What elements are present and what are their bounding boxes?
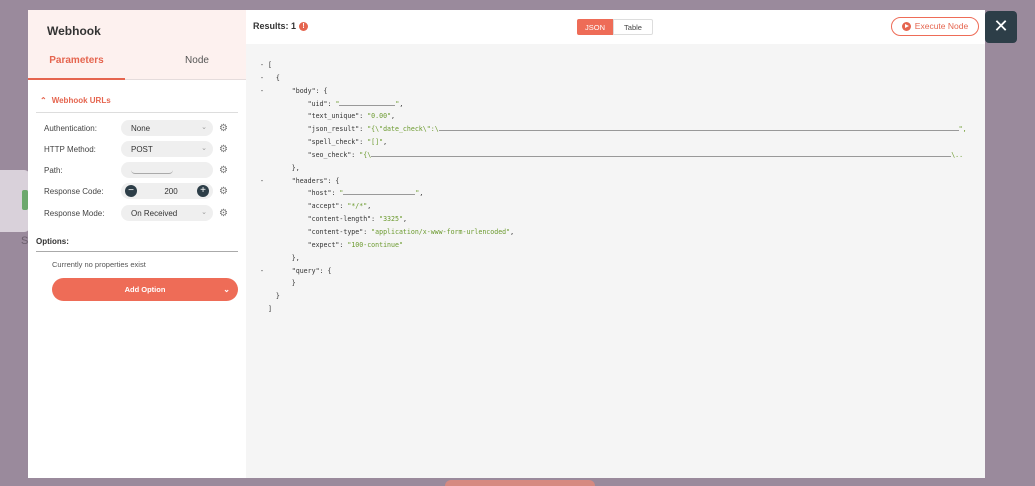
json-line: - "query": { (260, 266, 332, 275)
json-line: ] (260, 305, 272, 314)
results-count: Results: 1! (253, 21, 309, 31)
authentication-select[interactable]: None ⌄ (121, 120, 213, 136)
select-value: None (131, 123, 151, 133)
field-http-method: HTTP Method: POST ⌄ ⚙ (44, 141, 239, 157)
gear-icon[interactable]: ⚙ (219, 165, 228, 176)
close-icon[interactable]: ✕ (985, 11, 1017, 43)
select-value: On Received (131, 208, 178, 218)
tab-node[interactable]: Node (148, 54, 246, 80)
field-authentication: Authentication: None ⌄ ⚙ (44, 120, 239, 136)
button-label: Add Option (124, 285, 166, 294)
redacted-value (343, 189, 416, 196)
chevron-down-icon: ⌄ (201, 145, 207, 152)
gear-icon[interactable]: ⚙ (219, 208, 228, 219)
json-value: [] (371, 138, 380, 147)
play-icon (901, 22, 911, 31)
json-line: - "headers": { (260, 176, 340, 185)
response-mode-select[interactable]: On Received ⌄ (121, 205, 213, 221)
divider (36, 112, 238, 113)
json-line: "text_unique": "0.00", (260, 112, 396, 121)
json-line: }, (260, 163, 300, 172)
json-line: "json_result": "{\"date_check\":\ ", (260, 125, 967, 134)
output-header: Results: 1! JSON Table Execute Node (246, 10, 985, 44)
plus-icon[interactable]: + (197, 185, 209, 197)
divider (36, 251, 238, 252)
json-value: {\ (363, 150, 372, 159)
view-toggle: JSON Table (577, 19, 653, 35)
button-label: Execute Node (914, 21, 969, 31)
json-output: - [ - { - "body": { "uid": " ", "text_uni… (260, 59, 967, 316)
json-value: application/x-www-form-urlencoded (375, 227, 507, 236)
tab-parameters[interactable]: Parameters (28, 54, 125, 80)
field-response-mode: Response Mode: On Received ⌄ ⚙ (44, 205, 239, 221)
json-view-button[interactable]: JSON (577, 19, 613, 35)
output-panel: Results: 1! JSON Table Execute Node - [ … (246, 10, 985, 478)
json-line: - "body": { (260, 86, 328, 95)
json-line: "content-length": "3325", (260, 215, 407, 224)
execute-node-button[interactable]: Execute Node (891, 17, 979, 36)
json-line: "uid": " ", (260, 99, 404, 108)
chevron-down-icon: ⌄ (201, 209, 207, 216)
node-modal: Webhook Parameters Node ⌃ Webhook URLs A… (28, 10, 985, 478)
select-value: POST (131, 144, 153, 154)
table-view-button[interactable]: Table (613, 19, 653, 35)
background-pill (445, 480, 595, 486)
info-icon[interactable]: ! (299, 22, 309, 31)
json-line: "spell_check": "[]", (260, 138, 388, 147)
json-line: } (260, 279, 296, 288)
json-line: "host": " ", (260, 189, 424, 198)
json-line: }, (260, 253, 300, 262)
json-line: - [ (260, 61, 272, 69)
field-label: Authentication: (44, 123, 97, 133)
results-label: Results: 1 (253, 21, 297, 31)
chevron-up-icon: ⌃ (40, 96, 47, 105)
redacted-value (339, 100, 396, 106)
gear-icon[interactable]: ⚙ (219, 123, 228, 134)
redacted-value (131, 166, 173, 174)
http-method-select[interactable]: POST ⌄ (121, 141, 213, 157)
json-line: "seo_check": "{\ \.. (260, 150, 964, 159)
options-label: Options: (36, 237, 69, 246)
response-code-input[interactable]: 200 − + (121, 183, 213, 199)
json-value: 3325 (383, 215, 399, 224)
node-title: Webhook (47, 24, 101, 38)
no-properties-text: Currently no properties exist (52, 260, 146, 269)
field-label: Path: (44, 165, 63, 175)
json-line: - { (260, 73, 280, 82)
field-path: Path: ⚙ (44, 162, 239, 178)
parameters-panel: Webhook Parameters Node ⌃ Webhook URLs A… (28, 10, 246, 478)
field-label: Response Mode: (44, 208, 105, 218)
json-line: } (260, 292, 280, 301)
redacted-value (438, 125, 959, 132)
json-value: */* (351, 202, 364, 211)
chevron-down-icon: ⌄ (201, 124, 207, 131)
webhook-urls-toggle[interactable]: ⌃ Webhook URLs (40, 96, 111, 105)
field-label: Response Code: (44, 186, 104, 196)
add-option-button[interactable]: Add Option ⌄ (52, 278, 238, 301)
chevron-down-icon: ⌄ (223, 285, 230, 294)
redacted-value (371, 151, 952, 157)
json-line: "expect": "100-continue" (260, 240, 403, 249)
json-value: 0.00 (371, 112, 388, 121)
path-input[interactable] (121, 162, 213, 178)
gear-icon[interactable]: ⚙ (219, 186, 228, 197)
minus-icon[interactable]: − (125, 185, 137, 197)
json-line: "content-type": "application/x-www-form-… (260, 227, 515, 236)
json-line: "accept": "*/*", (260, 202, 372, 211)
field-response-code: Response Code: 200 − + ⚙ (44, 183, 239, 199)
json-value: {\"date_check\":\ (371, 125, 439, 134)
panel-header: Webhook Parameters Node (28, 10, 246, 80)
json-value: 100-continue (351, 240, 399, 249)
field-label: HTTP Method: (44, 144, 96, 154)
section-label: Webhook URLs (51, 96, 111, 105)
gear-icon[interactable]: ⚙ (219, 144, 228, 155)
